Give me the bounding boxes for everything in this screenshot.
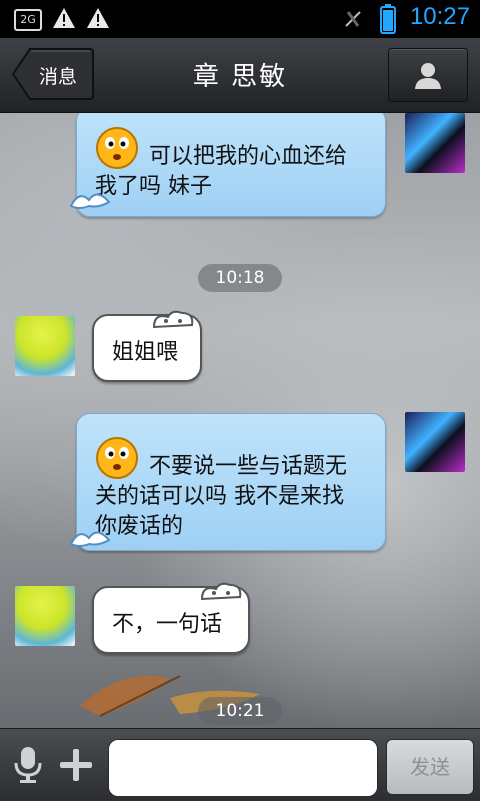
sim-2g-icon: 2G: [14, 9, 42, 31]
profile-button[interactable]: [388, 48, 468, 102]
confused-emoji-icon: [96, 127, 138, 169]
message-bubble-outgoing[interactable]: 不要说一些与话题无 关的话可以吗 我不是来找 你废话的: [69, 413, 386, 551]
sim-badge-label: 2G: [20, 13, 36, 26]
warning-icon: [87, 8, 109, 28]
send-button[interactable]: 发送: [386, 739, 474, 795]
rain-cloud-decoration: [200, 582, 242, 601]
message-input[interactable]: [108, 739, 378, 797]
plus-icon[interactable]: [58, 747, 94, 783]
message-bubble-outgoing[interactable]: 可以把我的心血还给 我了吗 妹子: [69, 113, 386, 217]
message-text: 不，一句话: [112, 612, 223, 637]
microphone-icon[interactable]: [12, 745, 44, 785]
input-bar: 发送: [0, 728, 480, 801]
timestamp: 10:18: [198, 264, 282, 292]
message-text-line: 关的话可以吗 我不是来找: [95, 484, 344, 509]
wave-decoration: [69, 193, 111, 209]
person-icon: [415, 63, 441, 89]
avatar-self[interactable]: [405, 412, 465, 472]
confused-emoji-icon: [96, 437, 138, 479]
chat-header: 消息 章 思敏: [0, 38, 480, 113]
avatar-contact[interactable]: [15, 586, 75, 646]
message-text: 姐姐喂: [112, 340, 179, 365]
battery-icon: [380, 4, 396, 34]
message-text-line: 不要说一些与话题无: [149, 454, 348, 479]
avatar-contact[interactable]: [15, 316, 75, 376]
timestamp: 10:21: [198, 697, 282, 725]
status-time: 10:27: [409, 3, 470, 30]
signal-muted-icon: [345, 11, 361, 27]
status-bar: 2G 10:27: [0, 0, 480, 38]
avatar-self[interactable]: [405, 113, 465, 173]
chat-area[interactable]: 可以把我的心血还给 我了吗 妹子 10:18 姐姐喂 不要说一些与话题无 关的话…: [0, 113, 480, 728]
message-text-line: 可以把我的心血还给: [149, 144, 348, 169]
warning-icon: [53, 8, 75, 28]
rain-cloud-decoration: [152, 310, 194, 329]
wave-decoration: [69, 531, 111, 547]
